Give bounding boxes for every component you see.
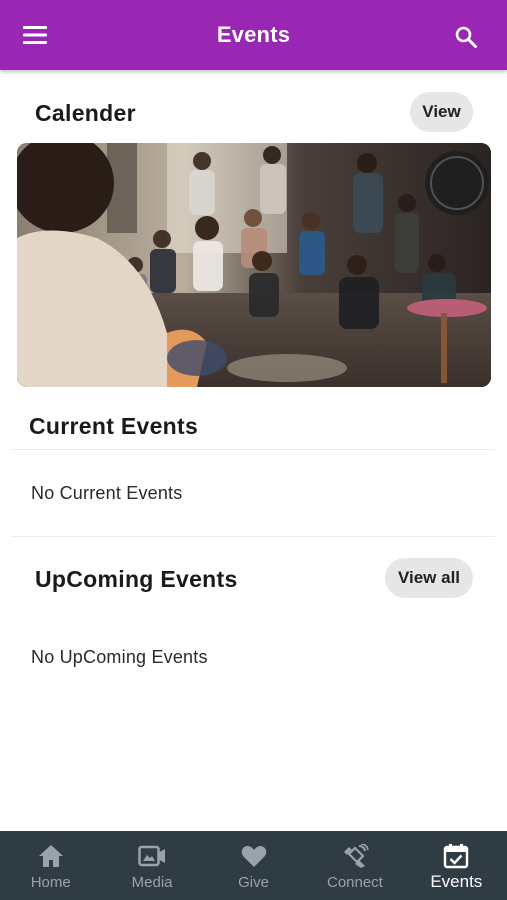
home-icon [38,843,64,869]
calendar-title: Calender [35,100,136,126]
menu-icon [23,26,47,44]
nav-home-label: Home [30,874,71,891]
nav-home[interactable]: Home [0,831,101,900]
page-title: Events [216,22,291,47]
nav-give-label: Give [238,874,269,891]
current-events-empty-text: No Current Events [31,483,183,503]
nav-media[interactable]: Media [101,831,202,900]
nav-events-label: Events [430,872,483,891]
nav-connect[interactable]: Connect [304,831,405,900]
heart-icon [241,843,267,869]
upcoming-events-empty-text: No UpComing Events [31,647,208,667]
search-button[interactable] [451,22,481,52]
calendar-view-button[interactable]: View [410,92,473,132]
group-photo [17,143,491,387]
nav-events[interactable]: Events [406,831,507,900]
divider [12,536,495,537]
menu-button[interactable] [18,20,52,50]
nav-connect-label: Connect [326,874,383,891]
upcoming-view-all-button[interactable]: View all [385,558,473,598]
search-icon [455,26,477,48]
app-bar: Events [0,0,507,70]
nav-give[interactable]: Give [203,831,304,900]
calendar-image[interactable] [17,143,491,387]
upcoming-events-title: UpComing Events [35,566,238,592]
bottom-navigation: Home Media Give Connect Events [0,831,507,900]
nav-media-label: Media [131,874,173,891]
calendar-check-icon [443,843,469,869]
events-screen: Events Calender View Current Events No C… [0,0,507,900]
connect-icon [341,843,369,869]
divider [12,449,495,450]
video-camera-icon [138,843,166,869]
current-events-title: Current Events [29,413,199,439]
